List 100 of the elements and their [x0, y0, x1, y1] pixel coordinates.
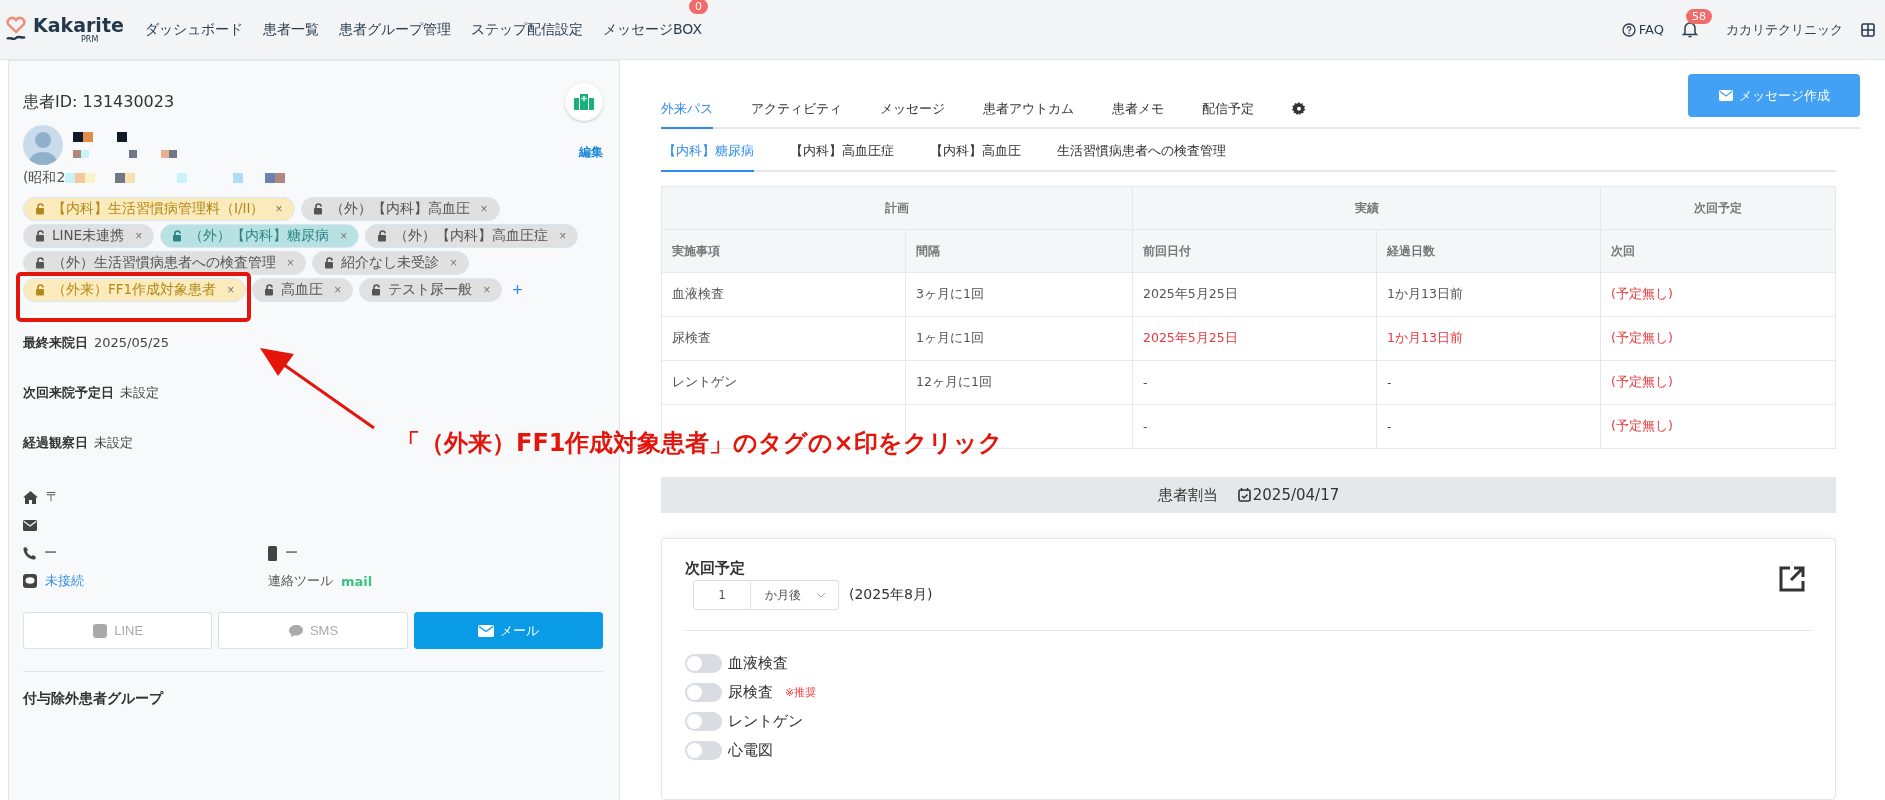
patient-tag[interactable]: （外）【内科】糖尿病 ×	[160, 224, 360, 248]
tab[interactable]: 患者メモ	[1112, 92, 1164, 129]
mosaic-block	[265, 173, 276, 183]
column-header: 前回日付	[1132, 229, 1377, 273]
tab[interactable]: 外来パス	[661, 92, 713, 129]
remove-tag-button[interactable]: ×	[328, 283, 342, 297]
calendar-check-icon	[1237, 488, 1251, 503]
unit-dropdown[interactable]: か月後	[751, 580, 839, 611]
mosaic-block	[177, 173, 188, 183]
patient-tag[interactable]: （外来）FF1作成対象患者 ×	[23, 278, 247, 302]
remove-tag-button[interactable]: ×	[269, 202, 283, 216]
sub-tab[interactable]: 生活習慣病患者への検査管理	[1055, 139, 1226, 172]
faq-link[interactable]: FAQ	[1621, 22, 1664, 37]
channel-button[interactable]: メール	[413, 612, 603, 649]
remove-tag-button[interactable]: ×	[334, 229, 348, 243]
patient-id: 患者ID: 131430023	[23, 91, 175, 113]
unlock-icon	[312, 203, 325, 215]
sub-tab[interactable]: 【内科】高血圧	[928, 139, 1021, 172]
table-cell: 12ヶ月に1回	[905, 360, 1133, 405]
line-status-link[interactable]: 未接続	[45, 572, 84, 590]
mosaic-block	[65, 173, 76, 183]
patient-tag[interactable]: 高血圧 ×	[252, 278, 354, 302]
remove-tag-button[interactable]: ×	[221, 283, 235, 297]
patient-tag[interactable]: （外）生活習慣病患者への検査管理 ×	[23, 251, 306, 275]
logo-text: Kakarite	[33, 15, 124, 35]
table-cell: (予定無し)	[1600, 360, 1836, 405]
home-icon	[23, 490, 38, 504]
tab[interactable]: 配信予定	[1202, 92, 1254, 129]
mosaic-block	[115, 173, 126, 183]
notification-badge: 58	[1686, 9, 1712, 24]
recommended-note: ※推奨	[785, 685, 817, 701]
phone-number: ー	[44, 544, 57, 562]
toggle-switch[interactable]	[685, 683, 722, 703]
sub-tab[interactable]: 【内科】糖尿病	[661, 139, 754, 172]
remove-tag-button[interactable]: ×	[129, 229, 143, 243]
table-cell: 1か月13日前	[1376, 316, 1601, 361]
patient-tag[interactable]: LINE未連携 ×	[23, 224, 155, 248]
envelope-icon	[477, 624, 494, 637]
column-header: 次回	[1600, 229, 1836, 273]
hospital-button[interactable]	[565, 83, 603, 121]
patient-tag[interactable]: （外）【内科】高血圧症 ×	[365, 224, 579, 248]
date-value: 未設定	[94, 434, 133, 452]
clinic-name[interactable]: カカリテクリニック	[1726, 20, 1843, 39]
toggle-switch[interactable]	[685, 741, 722, 761]
tab[interactable]: アクティビティ	[751, 92, 842, 129]
patient-tag[interactable]: 紹介なし未受診 ×	[312, 251, 470, 275]
tag-label: （外）【内科】高血圧症	[394, 227, 549, 245]
tag-label: （外来）FF1作成対象患者	[52, 281, 217, 299]
date-value: 2025/05/25	[94, 335, 169, 350]
table-cell: レントゲン	[661, 360, 906, 405]
remove-tag-button[interactable]: ×	[477, 283, 491, 297]
date-label: 次回来院予定日	[23, 384, 114, 402]
patient-tag[interactable]: テスト尿一般 ×	[359, 278, 503, 302]
table-cell: (予定無し)	[1600, 404, 1836, 449]
toggle-label: 尿検査	[728, 683, 773, 703]
toggle-switch[interactable]	[685, 654, 722, 674]
external-link-icon[interactable]	[1778, 565, 1806, 594]
grid-icon[interactable]	[1861, 22, 1875, 37]
nav-link[interactable]: ダッシュボード	[145, 20, 243, 39]
speech-bubble-icon	[287, 623, 304, 638]
patient-tag[interactable]: （外）【内科】高血圧 ×	[300, 197, 500, 221]
remove-tag-button[interactable]: ×	[444, 256, 458, 270]
unlock-icon	[35, 284, 47, 296]
edit-link[interactable]: 編集	[579, 143, 603, 161]
tag-label: 【内科】生活習慣病管理料（I/II）	[52, 200, 265, 218]
tab[interactable]: メッセージ	[880, 92, 945, 129]
contact-tool-label: 連絡ツール	[268, 572, 333, 590]
patient-tag[interactable]: 【内科】生活習慣病管理料（I/II） ×	[23, 197, 295, 221]
add-tag-button[interactable]: +	[508, 279, 527, 301]
envelope-icon	[23, 519, 37, 531]
tag-label: （外）生活習慣病患者への検査管理	[52, 254, 276, 272]
logo-subtext: PRM	[81, 34, 100, 44]
target-month: (2025年8月)	[849, 586, 933, 605]
toggle-label: 心電図	[728, 741, 773, 761]
nav-link[interactable]: 患者一覧	[263, 20, 319, 39]
card-title: 次回予定	[685, 559, 746, 579]
assignment-label: 患者割当	[1157, 485, 1218, 505]
table-cell: -	[1376, 404, 1601, 449]
toggle-switch[interactable]	[685, 712, 722, 732]
amount-field[interactable]: 1	[693, 580, 751, 611]
tag-label: 紹介なし未受診	[341, 254, 439, 272]
remove-tag-button[interactable]: ×	[553, 229, 567, 243]
group-header: 実績	[1132, 186, 1601, 230]
nav-link[interactable]: 患者グループ管理	[339, 20, 451, 39]
avatar	[23, 125, 63, 165]
mobile-number: ー	[285, 544, 298, 562]
settings-icon[interactable]	[1292, 102, 1306, 116]
sub-tab[interactable]: 【内科】高血圧症	[788, 139, 894, 172]
remove-tag-button[interactable]: ×	[474, 202, 488, 216]
bell-icon[interactable]	[1682, 21, 1698, 38]
contact-tool-value: mail	[341, 573, 373, 589]
remove-tag-button[interactable]: ×	[281, 256, 294, 270]
group-header: 計画	[661, 186, 1133, 230]
nav-link[interactable]: ステップ配信設定	[471, 20, 583, 39]
toggle-label: 血液検査	[728, 654, 788, 674]
date-value: 未設定	[120, 384, 159, 402]
date-label: 経過観察日	[23, 434, 88, 452]
table-cell: 血液検査	[661, 272, 906, 317]
tag-label: LINE未連携	[52, 227, 125, 245]
tab[interactable]: 患者アウトカム	[983, 92, 1074, 129]
